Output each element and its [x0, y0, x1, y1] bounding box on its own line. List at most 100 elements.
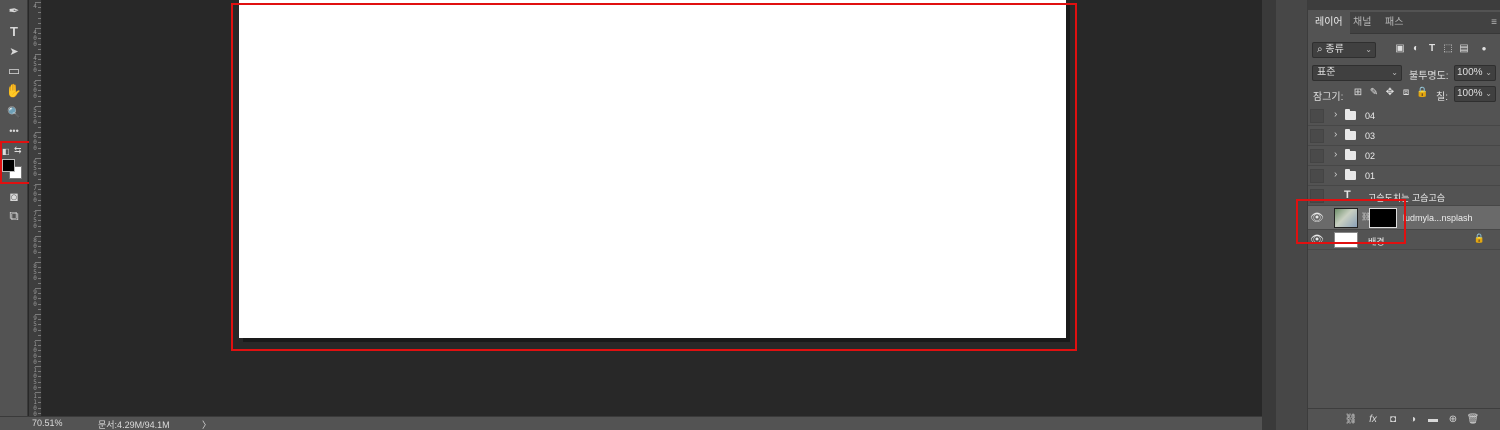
ruler-tick: [38, 7, 41, 9]
ruler-tick: [35, 210, 41, 211]
adjustment-layer-icon[interactable]: ◑: [1406, 413, 1420, 427]
hand-tool-icon[interactable]: ✋: [4, 82, 24, 100]
vertical-ruler: 4400450500550600650700750800850900950100…: [29, 0, 42, 416]
chevron-right-icon[interactable]: ›: [1334, 169, 1337, 180]
ruler-tick: [35, 106, 41, 107]
layer-name: 03: [1365, 131, 1376, 141]
new-group-icon[interactable]: ▬: [1426, 413, 1440, 427]
ruler-tick: [38, 397, 41, 399]
ruler-tick: [38, 324, 41, 326]
tab-layers[interactable]: 레이어: [1308, 12, 1350, 34]
trash-icon[interactable]: 🗑: [1466, 413, 1480, 427]
layer-row-group[interactable]: › 02: [1308, 146, 1500, 166]
status-menu-arrow-icon[interactable]: 〉: [202, 418, 211, 430]
ruler-tick: [38, 22, 41, 24]
blend-mode-dropdown[interactable]: 표준 ⌄: [1312, 65, 1402, 81]
ruler-tick: [38, 277, 41, 279]
opacity-label: 불투명도:: [1409, 71, 1449, 82]
opacity-value: 100%: [1457, 67, 1483, 78]
lock-position-icon[interactable]: ✥: [1384, 87, 1396, 99]
rectangle-tool-icon[interactable]: ▭: [4, 62, 24, 80]
fill-input[interactable]: 100% ⌄: [1454, 86, 1496, 102]
type-filter-icon[interactable]: T: [1426, 43, 1438, 55]
layer-row-group[interactable]: › 03: [1308, 126, 1500, 146]
fill-value: 100%: [1457, 88, 1483, 99]
zoom-level[interactable]: 70.51%: [32, 418, 63, 428]
ruler-tick: [38, 33, 41, 35]
panel-menu-icon[interactable]: ≡: [1491, 17, 1497, 28]
link-layers-icon[interactable]: ⛓: [1344, 413, 1358, 427]
layer-row-group[interactable]: › 04: [1308, 106, 1500, 126]
layer-row-group[interactable]: › 01: [1308, 166, 1500, 186]
lock-artboard-icon[interactable]: ⧈: [1400, 87, 1412, 99]
chevron-down-icon: ⌄: [1365, 45, 1372, 54]
ruler-tick: [35, 80, 41, 81]
highlight-layer-mask: [1296, 199, 1406, 244]
zoom-tool-icon[interactable]: 🔍: [4, 103, 24, 121]
ruler-tick: [38, 215, 41, 217]
adjustment-filter-icon[interactable]: ◐: [1410, 43, 1422, 55]
screen-mode-icon[interactable]: ⧉: [4, 207, 24, 225]
ruler-tick: [38, 64, 41, 66]
opacity-input[interactable]: 100% ⌄: [1454, 65, 1496, 81]
ruler-tick: [38, 147, 41, 149]
pixel-filter-icon[interactable]: ▣: [1394, 43, 1406, 55]
chevron-right-icon[interactable]: ›: [1334, 109, 1337, 120]
ruler-tick: [38, 194, 41, 196]
ruler-tick: [35, 340, 41, 341]
ruler-tick: [35, 262, 41, 263]
visibility-toggle[interactable]: [1310, 129, 1324, 143]
quick-mask-icon[interactable]: ◙: [4, 187, 24, 205]
visibility-toggle[interactable]: [1310, 169, 1324, 183]
ruler-tick: [38, 189, 41, 191]
ruler-tick: [38, 74, 41, 76]
ruler-tick: [35, 288, 41, 289]
foreground-color-swatch[interactable]: [2, 159, 15, 172]
document-size-info: 문서:4.29M/94.1M: [98, 420, 170, 430]
ruler-tick: [38, 220, 41, 222]
panel-footer: ⛓ fx ◘ ◑ ▬ ⊕ 🗑: [1308, 408, 1500, 430]
ruler-tick: [38, 17, 41, 19]
ruler-tick: [35, 366, 41, 367]
chevron-right-icon[interactable]: ›: [1334, 149, 1337, 160]
ruler-tick: [35, 184, 41, 185]
smart-object-filter-icon[interactable]: ▤: [1458, 43, 1470, 55]
pen-tool-icon[interactable]: ✒: [4, 2, 24, 20]
ruler-tick: [38, 142, 41, 144]
more-tools-icon[interactable]: •••: [4, 122, 24, 140]
ruler-tick: [38, 85, 41, 87]
ruler-tick: [38, 272, 41, 274]
new-layer-icon[interactable]: ⊕: [1446, 413, 1460, 427]
type-tool-icon[interactable]: T: [4, 22, 24, 40]
lock-all-icon[interactable]: 🔒: [1416, 87, 1428, 99]
ruler-tick: [38, 282, 41, 284]
chevron-down-icon: ⌄: [1391, 68, 1398, 77]
chevron-right-icon[interactable]: ›: [1334, 129, 1337, 140]
add-mask-icon[interactable]: ◘: [1386, 413, 1400, 427]
folder-icon: [1345, 129, 1356, 140]
ruler-tick: [38, 137, 41, 139]
tab-paths[interactable]: 패스: [1378, 12, 1410, 34]
ruler-tick: [38, 241, 41, 243]
lock-transparent-icon[interactable]: ⊞: [1352, 87, 1364, 99]
ruler-tick: [38, 100, 41, 102]
ruler-tick: [35, 158, 41, 159]
visibility-toggle[interactable]: [1310, 149, 1324, 163]
shape-filter-icon[interactable]: ⬚: [1442, 43, 1454, 55]
canvas-scrollbar[interactable]: [1262, 0, 1276, 430]
fx-icon[interactable]: fx: [1366, 413, 1380, 427]
path-selection-tool-icon[interactable]: ➤: [4, 42, 24, 60]
tab-channels[interactable]: 채널: [1346, 12, 1378, 34]
blend-mode-value: 표준: [1317, 67, 1336, 78]
ruler-tick: [38, 319, 41, 321]
ruler-tick: [38, 225, 41, 227]
visibility-toggle[interactable]: [1310, 109, 1324, 123]
ruler-tick: [35, 28, 41, 29]
ruler-tick: [38, 178, 41, 180]
filter-kind-dropdown[interactable]: ⌕ 종류 ⌄: [1312, 42, 1376, 58]
filter-toggle-icon[interactable]: ●: [1478, 43, 1490, 55]
lock-image-icon[interactable]: ✎: [1368, 87, 1380, 99]
fill-label: 칠:: [1436, 92, 1448, 103]
ruler-tick: [38, 381, 41, 383]
ruler-tick: [38, 126, 41, 128]
